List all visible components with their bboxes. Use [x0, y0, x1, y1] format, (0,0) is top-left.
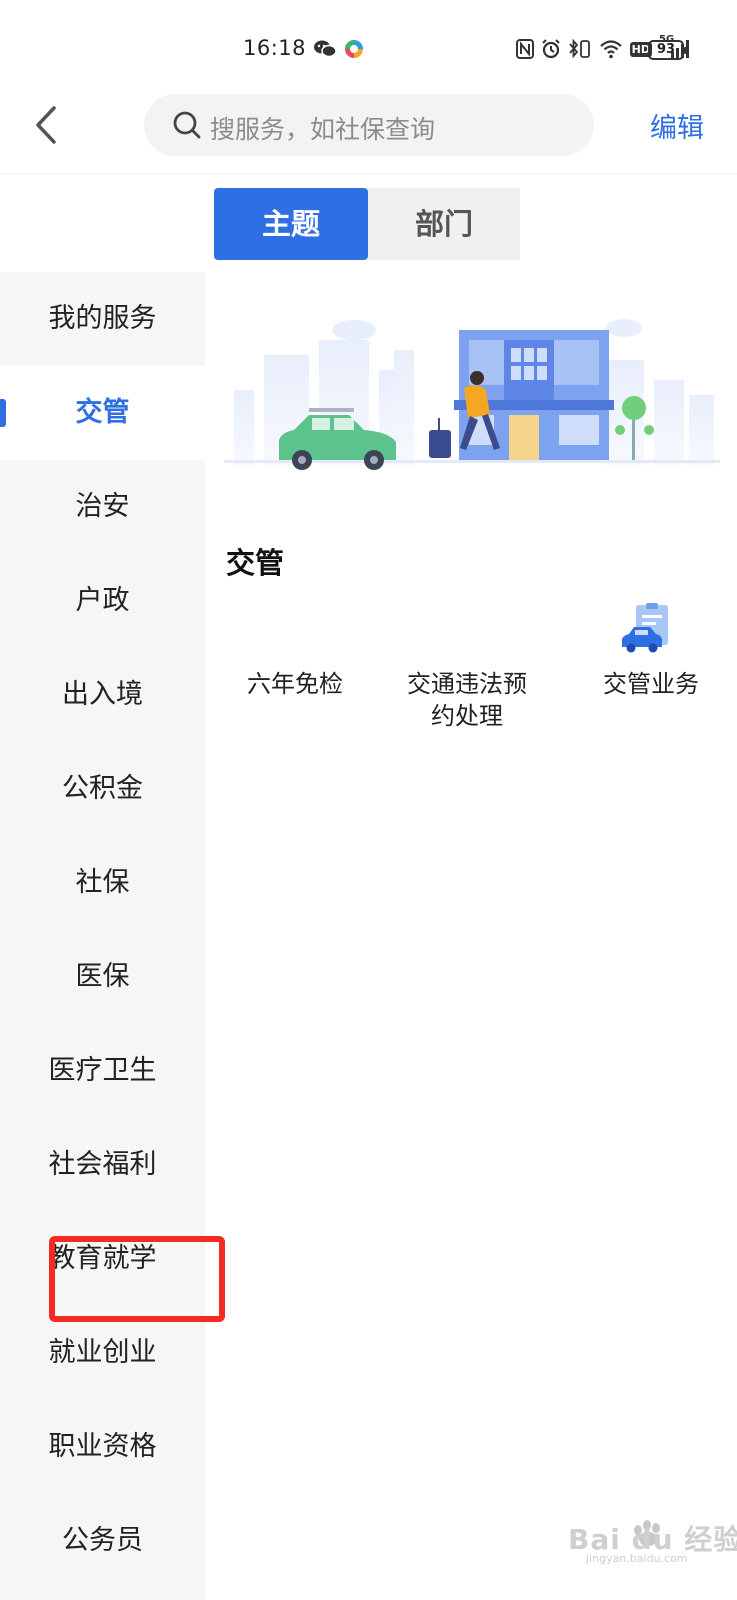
traffic-banner-illustration	[224, 319, 720, 470]
search-icon	[173, 111, 201, 139]
sidebar-item-household[interactable]: 户政	[0, 554, 205, 648]
category-sidebar: 我的服务 交管 治安 户政 出入境 公积金 社保 医保 医疗卫生 社会福利 教育…	[0, 272, 205, 1600]
car-document-icon[interactable]	[620, 603, 676, 655]
battery-indicator: 93	[648, 40, 687, 60]
alarm-icon	[541, 39, 560, 59]
sidebar-item-civil-servant[interactable]: 公务员	[0, 1494, 205, 1588]
highlight-annotation	[49, 1236, 225, 1322]
sidebar-item-exit-entry[interactable]: 出入境	[0, 648, 205, 742]
search-placeholder: 搜服务，如社保查询	[210, 115, 436, 144]
sidebar-item-social-welfare[interactable]: 社会福利	[0, 1118, 205, 1212]
section-title: 交管	[226, 546, 285, 580]
status-bar: 16:18 HD 5G 93	[0, 0, 737, 80]
wifi-icon	[599, 40, 622, 59]
chevron-left-icon	[36, 106, 56, 144]
sidebar-item-housing-fund[interactable]: 公积金	[0, 742, 205, 836]
search-input[interactable]: 搜服务，如社保查询	[144, 94, 594, 156]
app-notification-icon	[345, 40, 363, 58]
status-time: 16:18	[243, 36, 307, 60]
sidebar-item-medical-insurance[interactable]: 医保	[0, 930, 205, 1024]
sidebar-item-social-security[interactable]: 社保	[0, 836, 205, 930]
sidebar-item-healthcare[interactable]: 医疗卫生	[0, 1024, 205, 1118]
view-mode-tabs: 主题 部门	[214, 188, 520, 260]
watermark: Bai du 经验 jingyan.baidu.com	[568, 1506, 737, 1566]
wechat-icon	[314, 40, 337, 58]
nfc-icon	[515, 39, 534, 59]
sidebar-item-my-services[interactable]: 我的服务	[0, 272, 205, 366]
sidebar-item-public-security[interactable]: 治安	[0, 460, 205, 554]
sidebar-item-qualifications[interactable]: 职业资格	[0, 1400, 205, 1494]
tab-department[interactable]: 部门	[368, 188, 520, 260]
sidebar-item-traffic[interactable]: 交管	[0, 366, 205, 460]
service-six-year-exemption[interactable]: 六年免检	[236, 668, 354, 700]
edit-button[interactable]: 编辑	[650, 106, 704, 145]
tab-topic[interactable]: 主题	[214, 188, 368, 260]
bluetooth-battery-icon	[568, 38, 590, 59]
status-notification-icons	[313, 38, 365, 60]
watermark-subtext: jingyan.baidu.com	[586, 1552, 688, 1565]
top-header: 搜服务，如社保查询 编辑	[0, 80, 737, 174]
service-traffic-business[interactable]: 交管业务	[596, 668, 706, 700]
back-button[interactable]	[30, 102, 64, 148]
service-traffic-violation-appointment[interactable]: 交通违法预约处理	[404, 668, 530, 732]
